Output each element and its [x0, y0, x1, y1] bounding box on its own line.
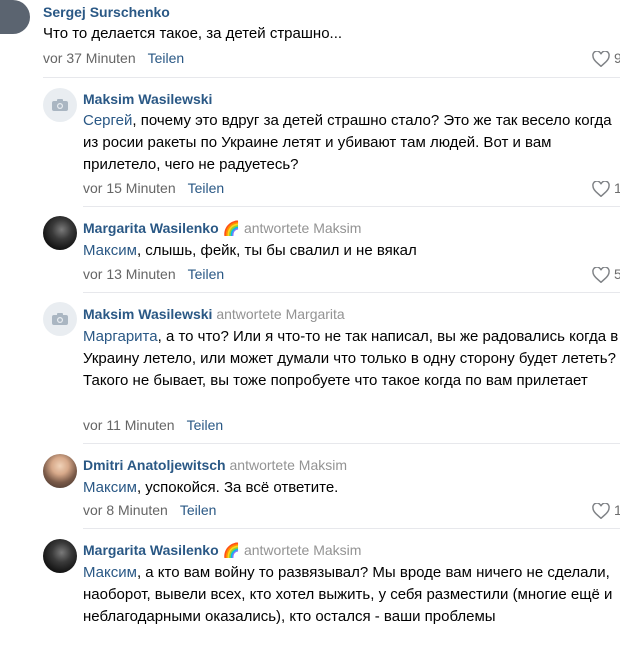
share-link[interactable]: Teilen [188, 266, 225, 282]
comment-text: Маргарита, а то что? Или я что-то не так… [83, 328, 619, 389]
comment-meta: vor 8 Minuten Teilen [83, 502, 216, 518]
like-count: 1 [614, 502, 620, 518]
avatar[interactable] [43, 88, 77, 122]
heart-icon[interactable] [592, 267, 610, 283]
comment-text: Максим, а кто вам войну то развязывал? М… [83, 564, 613, 625]
mention-link[interactable]: Максим [83, 564, 137, 581]
heart-icon[interactable] [592, 51, 610, 67]
divider [43, 77, 620, 78]
comment-meta: vor 13 Minuten Teilen [83, 266, 224, 282]
rainbow-emoji: 🌈 [222, 220, 241, 236]
comment-text: Что то делается такое, за детей страшно.… [43, 25, 343, 42]
comment-author[interactable]: Sergej Surschenko [43, 4, 170, 20]
rainbow-emoji: 🌈 [222, 542, 241, 558]
camera-icon [52, 313, 68, 325]
like-count: 9 [614, 50, 620, 66]
share-link[interactable]: Teilen [148, 50, 185, 66]
camera-icon [52, 99, 68, 111]
comment-time[interactable]: vor 11 Minuten [83, 417, 175, 433]
divider [83, 206, 620, 207]
avatar[interactable] [43, 216, 77, 250]
like-count: 5 [614, 266, 620, 282]
divider [83, 443, 620, 444]
mention-link[interactable]: Максим [83, 242, 137, 259]
comment-author[interactable]: Dmitri Anatoljewitsch antwortete Maksim [83, 457, 347, 473]
comment-author[interactable]: Margarita Wasilenko 🌈 antwortete Maksim [83, 220, 361, 237]
share-link[interactable]: Teilen [180, 502, 217, 518]
heart-icon[interactable] [592, 503, 610, 519]
divider [83, 528, 620, 529]
comment-text: Максим, успокойся. За всё ответите. [83, 479, 339, 496]
comment-time[interactable]: vor 37 Minuten [43, 50, 136, 66]
comment-time[interactable]: vor 15 Minuten [83, 180, 176, 196]
share-link[interactable]: Teilen [188, 180, 225, 196]
comment-meta: vor 11 Minuten Teilen [83, 417, 223, 433]
avatar[interactable] [43, 302, 77, 336]
mention-link[interactable]: Маргарита [83, 328, 158, 345]
comment-author[interactable]: Maksim Wasilewski antwortete Margarita [83, 306, 345, 322]
mention-link[interactable]: Сергей [83, 112, 132, 129]
comment-time[interactable]: vor 8 Minuten [83, 502, 168, 518]
comment-text: Максим, слышь, фейк, ты бы свалил и не в… [83, 242, 417, 259]
divider [83, 292, 620, 293]
share-link[interactable]: Teilen [187, 417, 224, 433]
avatar[interactable] [43, 539, 77, 573]
comment-author[interactable]: Margarita Wasilenko 🌈 antwortete Maksim [83, 542, 361, 559]
mention-link[interactable]: Максим [83, 479, 137, 496]
comment-time[interactable]: vor 13 Minuten [83, 266, 176, 282]
heart-icon[interactable] [592, 181, 610, 197]
comment-author[interactable]: Maksim Wasilewski [83, 91, 212, 107]
comment-meta: vor 37 Minuten Teilen [43, 50, 184, 66]
comment-text: Сергей, почему это вдруг за детей страшн… [83, 112, 612, 173]
comment-meta: vor 15 Minuten Teilen [83, 180, 224, 196]
avatar[interactable] [43, 454, 77, 488]
avatar[interactable] [0, 0, 30, 34]
like-count: 1 [614, 180, 620, 196]
